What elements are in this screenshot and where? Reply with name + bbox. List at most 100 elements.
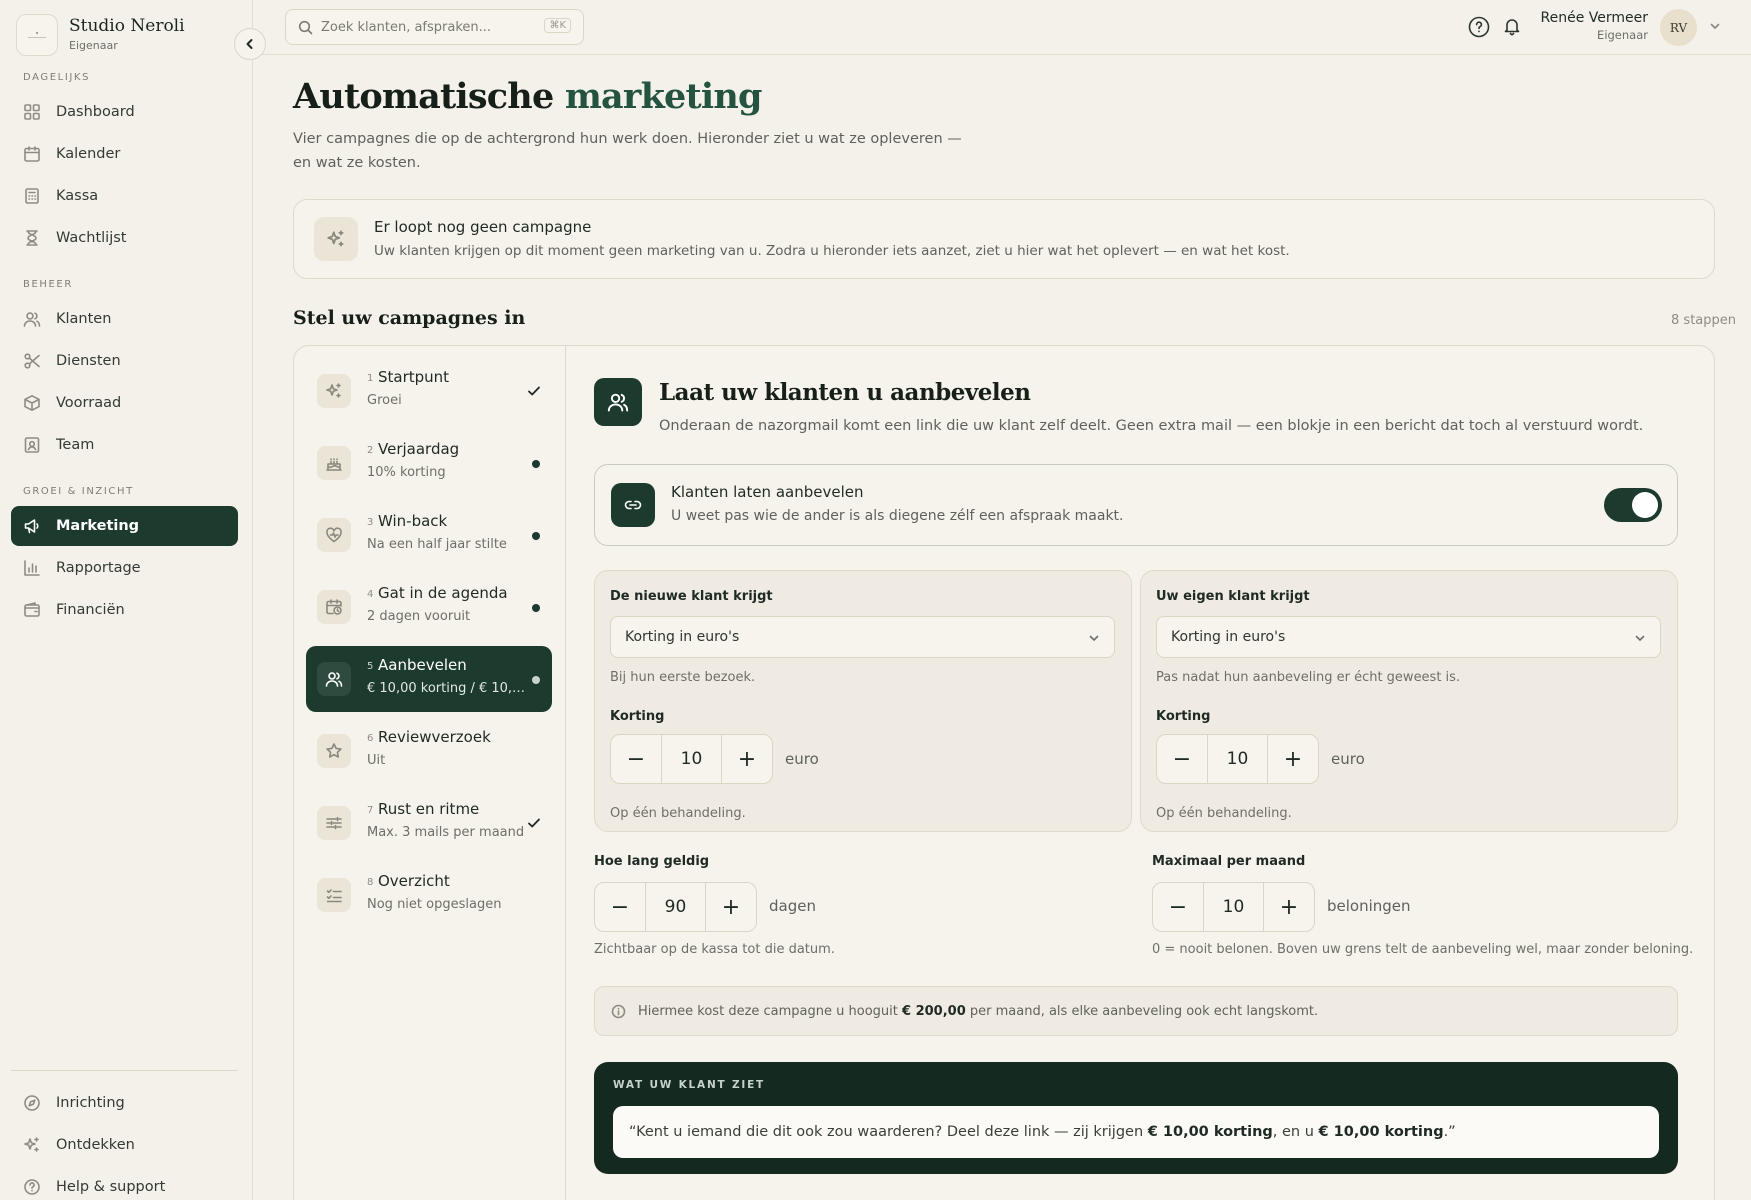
checklist-icon [317,878,351,912]
sidebar-item-wachtlijst[interactable]: Wachtlijst [11,218,238,258]
sidebar-item-help[interactable]: Help & support [11,1167,238,1200]
sidebar-item-team[interactable]: Team [11,425,238,465]
own-client-label: Uw eigen klant krijgt [1156,589,1310,604]
sidebar-item-financien[interactable]: Financiën [11,590,238,630]
new-client-reward-select[interactable]: Korting in euro's [610,616,1115,658]
stepper-value[interactable]: 10 [661,735,722,783]
step-rust-en-ritme[interactable]: 7 Rust en ritme Max. 3 mails per maand [306,790,552,856]
increment-button[interactable]: + [1264,883,1314,931]
step-startpunt[interactable]: 1 Startpunt Groei [306,358,552,424]
step-number: 7 [367,805,374,816]
validity-stepper: − 90 + [594,882,757,932]
sidebar-item-rapportage[interactable]: Rapportage [11,548,238,588]
sidebar-item-voorraad[interactable]: Voorraad [11,383,238,423]
increment-button[interactable]: + [1268,735,1318,783]
step-title: Overzicht [378,872,450,890]
id-card-icon [23,436,41,454]
collapse-sidebar-button[interactable] [234,28,266,60]
status-dot [532,532,540,540]
sidebar-item-label: Help & support [56,1179,166,1195]
status-dot [532,676,540,684]
new-client-note: Op één behandeling. [610,806,746,821]
own-client-reward-select[interactable]: Korting in euro's [1156,616,1661,658]
user-name[interactable]: Renée Vermeer [1541,10,1649,26]
sidebar-item-inrichting[interactable]: Inrichting [11,1083,238,1123]
unit-label: beloningen [1327,897,1411,915]
studio-logo[interactable] [16,14,58,56]
toggle-title: Klanten laten aanbevelen [671,483,864,501]
section-label-groei: GROEI & INZICHT [23,486,134,497]
banner-text: Uw klanten krijgen op dit moment geen ma… [374,243,1290,259]
step-verjaardag[interactable]: 2 Verjaardag 10% korting [306,430,552,496]
content-subtitle: Onderaan de nazorgmail komt een link die… [659,418,1644,434]
link-icon [611,483,655,527]
sidebar-item-kassa[interactable]: Kassa [11,176,238,216]
studio-name: Studio Neroli [69,16,185,36]
sidebar-item-diensten[interactable]: Diensten [11,341,238,381]
topbar: Zoek klanten, afspraken... ⌘K Renée Verm… [253,0,1751,55]
hourglass-icon [23,229,41,247]
sidebar-item-ontdekken[interactable]: Ontdekken [11,1125,238,1165]
chevron-down-icon[interactable] [1709,20,1721,32]
bell-icon[interactable] [1502,16,1522,36]
step-title: Gat in de agenda [378,584,508,602]
page-subtitle: Vier campagnes die op de achtergrond hun… [293,131,962,171]
step-subtitle: 2 dagen vooruit [367,609,471,624]
sidebar-item-kalender[interactable]: Kalender [11,134,238,174]
stepper-value[interactable]: 10 [1203,883,1264,931]
heart-icon [317,518,351,552]
step-subtitle: € 10,00 korting / € 10,00 korting [367,681,527,696]
step-reviewverzoek[interactable]: 6 Reviewverzoek Uit [306,718,552,784]
cost-summary: Hiermee kost deze campagne u hooguit € 2… [594,986,1678,1036]
own-client-reward-card: Uw eigen klant krijgt Korting in euro's … [1140,570,1678,832]
stepper-value[interactable]: 10 [1207,735,1268,783]
toggle-subtitle: U weet pas wie de ander is als diegene z… [671,508,1124,524]
stepper-value[interactable]: 90 [645,883,706,931]
sidebar-item-dashboard[interactable]: Dashboard [11,92,238,132]
sidebar-item-marketing[interactable]: Marketing [11,506,238,546]
step-subtitle: Nog niet opgeslagen [367,897,502,912]
help-circle-icon[interactable] [1468,16,1490,38]
decrement-button[interactable]: − [611,735,661,783]
step-aanbevelen[interactable]: 5 Aanbevelen € 10,00 korting / € 10,00 k… [306,646,552,712]
preview-label: WAT UW KLANT ZIET [613,1079,766,1091]
section-label-beheer: BEHEER [23,279,73,290]
sidebar-item-label: Marketing [56,518,140,534]
own-client-korting-stepper: − 10 + [1156,734,1319,784]
banner-title: Er loopt nog geen campagne [374,218,592,236]
sidebar-item-label: Rapportage [56,560,141,576]
step-overzicht[interactable]: 8 Overzicht Nog niet opgeslagen [306,862,552,928]
sidebar-item-klanten[interactable]: Klanten [11,299,238,339]
decrement-button[interactable]: − [1157,735,1207,783]
step-title: Aanbevelen [378,656,467,674]
cake-icon [317,446,351,480]
step-number: 2 [367,445,374,456]
search-placeholder: Zoek klanten, afspraken... [321,19,492,35]
cost-text-before: Hiermee kost deze campagne u hooguit [638,1003,898,1019]
info-icon [611,1004,626,1019]
sidebar-item-label: Wachtlijst [56,230,127,246]
step-number: 3 [367,517,374,528]
own-client-korting-label: Korting [1156,709,1211,724]
decrement-button[interactable]: − [595,883,645,931]
sidebar-item-label: Voorraad [56,395,122,411]
sidebar-item-label: Klanten [56,311,112,327]
avatar[interactable]: RV [1660,9,1697,46]
sidebar-item-label: Ontdekken [56,1137,135,1153]
step-win-back[interactable]: 3 Win-back Na een half jaar stilte [306,502,552,568]
referral-toggle[interactable] [1604,488,1662,522]
compass-icon [23,1094,41,1112]
increment-button[interactable]: + [706,883,756,931]
step-gat-in-de-agenda[interactable]: 4 Gat in de agenda 2 dagen vooruit [306,574,552,640]
max-per-month-stepper: − 10 + [1152,882,1315,932]
step-number: 6 [367,733,374,744]
decrement-button[interactable]: − [1153,883,1203,931]
increment-button[interactable]: + [722,735,772,783]
bar-chart-icon [23,559,41,577]
status-dot [532,604,540,612]
own-client-note: Op één behandeling. [1156,806,1292,821]
new-client-help: Bij hun eerste bezoek. [610,670,756,685]
sparkles-icon [317,374,351,408]
search-input[interactable]: Zoek klanten, afspraken... ⌘K [285,9,584,45]
cost-text-after: per maand, als elke aanbeveling ook echt… [969,1003,1319,1019]
